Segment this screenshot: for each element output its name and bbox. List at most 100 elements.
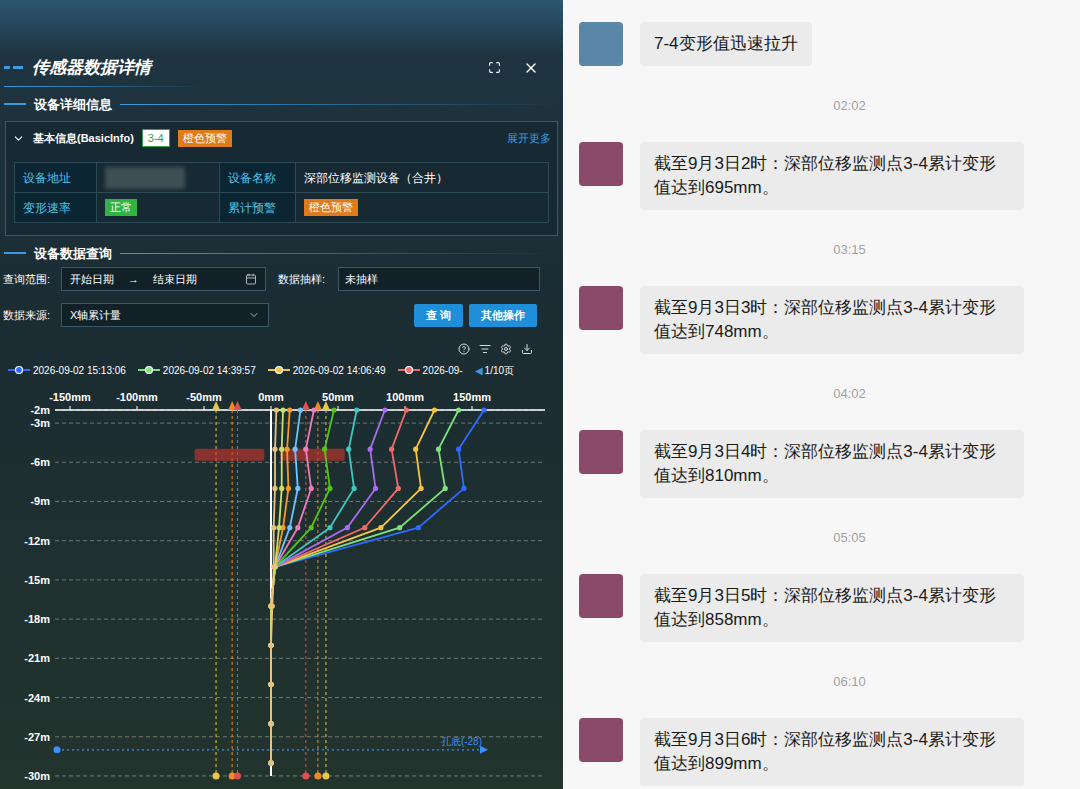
series-point — [268, 682, 273, 687]
series-point — [397, 525, 402, 530]
series-point — [345, 525, 350, 530]
chat-message: 截至9月3日6时：深部位移监测点3-4累计变形值达到899mm。 — [579, 718, 1080, 786]
svg-text:-30m: -30m — [24, 770, 50, 782]
series-point — [268, 682, 273, 687]
info-value — [97, 163, 220, 193]
series-point — [268, 643, 273, 648]
help-icon[interactable] — [458, 343, 470, 355]
svg-text:-24m: -24m — [24, 692, 50, 704]
series-point — [268, 682, 273, 687]
series-point — [268, 643, 273, 648]
calendar-icon[interactable] — [245, 273, 257, 285]
avatar[interactable] — [579, 286, 623, 330]
avatar[interactable] — [579, 142, 623, 186]
series-point — [268, 643, 273, 648]
series-point — [268, 721, 273, 726]
series-line — [268, 407, 279, 765]
series-point — [268, 760, 273, 765]
series-point — [268, 643, 273, 648]
chevron-down-icon[interactable] — [12, 132, 25, 145]
legend-item[interactable]: 2026-09-02 15:13:06 — [8, 363, 126, 378]
avatar[interactable] — [579, 574, 623, 618]
series-point — [268, 721, 273, 726]
legend-item[interactable]: 2026-09- — [398, 363, 463, 378]
series-point — [268, 760, 273, 765]
date-range-field[interactable]: 开始日期→结束日期 — [61, 267, 266, 291]
series-point — [268, 682, 273, 687]
dropdown-icon[interactable] — [248, 309, 260, 321]
series-point — [268, 643, 273, 648]
id-tag: 3-4 — [142, 129, 170, 147]
series-line — [268, 407, 316, 765]
series-line — [268, 407, 387, 765]
chat-time: 05:05 — [579, 528, 1080, 548]
svg-text:-15m: -15m — [24, 574, 50, 586]
warning-tag: 橙色预警 — [178, 130, 232, 147]
series-point — [279, 447, 284, 452]
svg-text:-2m: -2m — [30, 404, 50, 416]
series-point — [268, 721, 273, 726]
source-select[interactable]: X轴累计量 — [61, 303, 269, 327]
basic-info-header[interactable]: 基本信息(BasicInfo)3-4橙色预警展开更多 — [6, 122, 557, 154]
info-value: 深部位移监测设备（合井） — [296, 163, 549, 193]
series-point — [396, 486, 401, 491]
svg-text:-12m: -12m — [24, 535, 50, 547]
filter-icon[interactable] — [479, 343, 491, 355]
series-line — [268, 407, 336, 765]
series-point — [295, 486, 300, 491]
maximize-icon[interactable] — [488, 61, 501, 74]
info-label: 设备名称 — [220, 163, 296, 193]
legend-prev[interactable]: ◀ — [475, 363, 483, 378]
series-point — [268, 682, 273, 687]
download-icon[interactable] — [521, 343, 533, 355]
chat-message: 截至9月3日5时：深部位移监测点3-4累计变形值达到858mm。 — [579, 574, 1080, 642]
series-point — [268, 643, 273, 648]
chat-time: 06:10 — [579, 672, 1080, 692]
series-line — [268, 407, 303, 765]
avatar[interactable] — [579, 430, 623, 474]
series-point — [284, 447, 289, 452]
x-tick: 50mm — [322, 391, 354, 403]
series-point — [327, 525, 332, 530]
series-line — [268, 407, 292, 765]
series-point — [268, 760, 273, 765]
y-tick: -18m — [24, 613, 545, 625]
chat-message: 截至9月3日4时：深部位移监测点3-4累计变形值达到810mm。 — [579, 430, 1080, 498]
sampling-field[interactable]: 未抽样 — [338, 267, 540, 291]
expand-more-link[interactable]: 展开更多 — [507, 130, 551, 147]
series-point — [270, 603, 275, 608]
series-point — [287, 407, 292, 412]
legend-item[interactable]: 2026-09-02 14:39:57 — [138, 363, 256, 378]
x-tick: 100mm — [386, 391, 424, 403]
svg-text:-18m: -18m — [24, 613, 50, 625]
message-bubble: 截至9月3日5时：深部位移监测点3-4累计变形值达到858mm。 — [640, 574, 1024, 642]
series-point — [268, 760, 273, 765]
avatar[interactable] — [579, 22, 623, 66]
chart-legend: 2026-09-02 15:13:06 2026-09-02 14:39:57 20… — [0, 361, 563, 379]
series-point — [279, 486, 284, 491]
series-line — [268, 407, 359, 765]
section-title: 设备数据查询 — [0, 242, 563, 264]
series-line — [268, 407, 461, 765]
close-icon[interactable] — [523, 60, 539, 76]
series-point — [271, 525, 276, 530]
x-tick: -100mm — [116, 391, 158, 403]
chat-time: 04:02 — [579, 384, 1080, 404]
series-point — [268, 760, 273, 765]
series-point — [272, 447, 277, 452]
series-point — [268, 721, 273, 726]
series-point — [268, 760, 273, 765]
series-point — [268, 760, 273, 765]
query-button[interactable]: 查 询 — [414, 304, 463, 327]
series-point — [413, 447, 418, 452]
avatar[interactable] — [579, 718, 623, 762]
legend-item[interactable]: 2026-09-02 14:06:49 — [268, 363, 386, 378]
series-point — [271, 564, 276, 569]
gear-icon[interactable] — [500, 343, 512, 355]
series-point — [268, 721, 273, 726]
svg-text:-27m: -27m — [24, 731, 50, 743]
query-button[interactable]: 其他操作 — [469, 304, 537, 327]
status-badge: 正常 — [105, 199, 137, 216]
legend-page: 1/10页 — [485, 363, 514, 378]
legend-marker-icon — [138, 365, 160, 375]
